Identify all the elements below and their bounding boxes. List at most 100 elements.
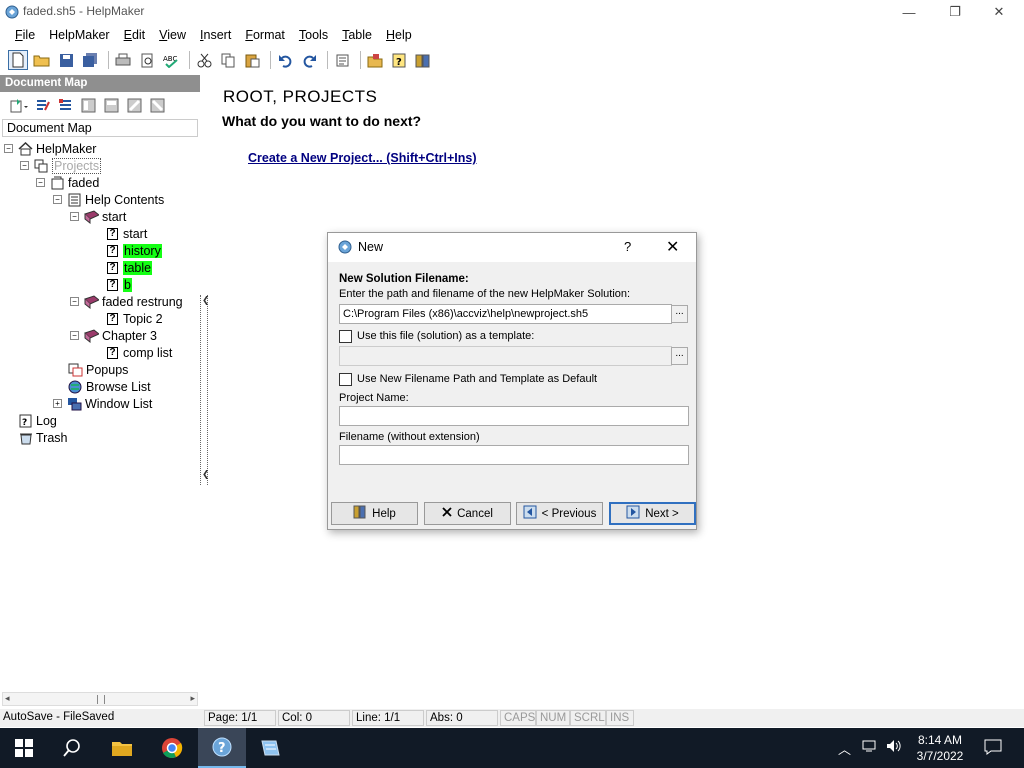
tree-node-browse-list[interactable]: Browse List bbox=[68, 378, 151, 395]
tree-node-log[interactable]: ? Log bbox=[18, 412, 57, 429]
redo-icon[interactable] bbox=[299, 50, 319, 70]
svg-text:?: ? bbox=[218, 741, 226, 756]
template-input[interactable] bbox=[339, 346, 672, 366]
menu-insert[interactable]: Insert bbox=[193, 28, 238, 42]
add-topic-dropdown-icon[interactable] bbox=[10, 96, 28, 114]
scroll-thumb[interactable] bbox=[97, 695, 105, 704]
collapse-left-icon[interactable]: ❮ bbox=[202, 295, 210, 306]
project-icon bbox=[50, 175, 65, 190]
minimize-button[interactable]: — bbox=[886, 0, 932, 24]
undo-icon[interactable] bbox=[275, 50, 295, 70]
spellcheck-icon[interactable]: ABC bbox=[161, 50, 181, 70]
tree-node-popups[interactable]: Popups bbox=[68, 361, 128, 378]
paste-icon[interactable] bbox=[242, 50, 262, 70]
filename-input[interactable] bbox=[339, 445, 689, 465]
menu-table[interactable]: Table bbox=[335, 28, 379, 42]
move-next-icon[interactable] bbox=[125, 96, 143, 114]
taskbar-clock[interactable]: 8:14 AM 3/7/2022 bbox=[912, 732, 968, 764]
collapse-left-icon[interactable]: ❮ bbox=[202, 469, 210, 480]
cut-icon[interactable] bbox=[194, 50, 214, 70]
menu-helpmaker[interactable]: HelpMaker bbox=[42, 28, 116, 42]
windows-start-icon[interactable] bbox=[0, 728, 48, 768]
menu-help[interactable]: Help bbox=[379, 28, 419, 42]
project-name-input[interactable] bbox=[339, 406, 689, 426]
move-last-icon[interactable] bbox=[148, 96, 166, 114]
print-preview-icon[interactable] bbox=[137, 50, 157, 70]
dialog-close-button[interactable]: ✕ bbox=[666, 237, 679, 257]
scroll-left-icon[interactable]: ◂ bbox=[5, 693, 10, 704]
print-icon[interactable] bbox=[113, 50, 133, 70]
tree-node-start-topic[interactable]: ? start bbox=[105, 225, 147, 242]
search-icon[interactable] bbox=[48, 728, 96, 768]
default-checkbox[interactable] bbox=[339, 373, 352, 386]
notepad-app-icon[interactable] bbox=[246, 728, 294, 768]
save-all-icon[interactable] bbox=[80, 50, 100, 70]
collapse-icon[interactable]: − bbox=[70, 297, 79, 306]
next-button[interactable]: Next > bbox=[609, 502, 696, 525]
notifications-icon[interactable] bbox=[984, 739, 1002, 758]
edit-properties-icon[interactable] bbox=[33, 96, 51, 114]
menu-file[interactable]: File bbox=[8, 28, 42, 42]
dialog-help-button[interactable]: ? bbox=[624, 239, 631, 254]
tree-node-chapter3[interactable]: − Chapter 3 bbox=[70, 327, 157, 344]
move-first-icon[interactable] bbox=[79, 96, 97, 114]
page-setup-icon[interactable] bbox=[332, 50, 352, 70]
volume-icon[interactable] bbox=[886, 739, 902, 756]
move-prev-icon[interactable] bbox=[102, 96, 120, 114]
file-explorer-icon[interactable] bbox=[98, 728, 146, 768]
browse-path-button[interactable]: ... bbox=[671, 305, 688, 323]
tree-node-comp-list[interactable]: ? comp list bbox=[105, 344, 172, 361]
new-file-icon[interactable] bbox=[8, 50, 28, 70]
collapse-icon[interactable]: − bbox=[36, 178, 45, 187]
tree-node-start-book[interactable]: − start bbox=[70, 208, 126, 225]
tree-node-faded-restrung[interactable]: − faded restrung bbox=[70, 293, 183, 310]
tree-node-b[interactable]: ? b bbox=[105, 276, 132, 293]
tree-node-helpmaker[interactable]: − HelpMaker bbox=[4, 140, 96, 157]
close-button[interactable]: ✕ bbox=[976, 0, 1022, 24]
window-list-icon bbox=[67, 396, 82, 411]
menu-edit[interactable]: Edit bbox=[117, 28, 153, 42]
helpmaker-taskbar-icon[interactable]: ? bbox=[198, 728, 246, 768]
collapse-icon[interactable]: − bbox=[70, 212, 79, 221]
tree-node-faded[interactable]: − faded bbox=[36, 174, 99, 191]
tree-node-topic2[interactable]: ? Topic 2 bbox=[105, 310, 163, 327]
tree-node-projects[interactable]: − Projects bbox=[20, 157, 102, 174]
collapse-icon[interactable]: − bbox=[20, 161, 29, 170]
line-status: Line: 1/1 bbox=[352, 710, 424, 726]
save-icon[interactable] bbox=[56, 50, 76, 70]
previous-button[interactable]: < Previous bbox=[516, 502, 603, 525]
tree-horizontal-scrollbar[interactable]: ◂ ▸ bbox=[2, 692, 198, 706]
collapse-icon[interactable]: − bbox=[53, 195, 62, 204]
chrome-icon[interactable] bbox=[148, 728, 196, 768]
toolbar-separator bbox=[327, 51, 328, 69]
network-icon[interactable] bbox=[862, 739, 878, 756]
menu-tools[interactable]: Tools bbox=[292, 28, 335, 42]
tree-node-history[interactable]: ? history bbox=[105, 242, 162, 259]
help-topic-icon[interactable]: ? bbox=[389, 50, 409, 70]
menu-view[interactable]: View bbox=[152, 28, 193, 42]
create-project-link[interactable]: Create a New Project... (Shift+Ctrl+Ins) bbox=[248, 151, 477, 165]
tree-node-window-list[interactable]: + Window List bbox=[53, 395, 152, 412]
help-button[interactable]: Help bbox=[331, 502, 418, 525]
tree-node-trash[interactable]: Trash bbox=[18, 429, 68, 446]
compile-icon[interactable] bbox=[413, 50, 433, 70]
tree-node-help-contents[interactable]: − Help Contents bbox=[53, 191, 164, 208]
collapse-icon[interactable]: − bbox=[4, 144, 13, 153]
project-folder-icon[interactable] bbox=[365, 50, 385, 70]
menu-format[interactable]: Format bbox=[238, 28, 292, 42]
show-hidden-icons-icon[interactable]: ︿ bbox=[838, 739, 851, 758]
tree-node-table[interactable]: ? table bbox=[105, 259, 153, 276]
panel-splitter[interactable]: ❮ ❮ bbox=[200, 295, 210, 485]
browse-template-button[interactable]: ... bbox=[671, 347, 688, 365]
restore-button[interactable]: ❐ bbox=[932, 0, 978, 24]
filename-label: Filename (without extension) bbox=[339, 431, 480, 443]
list-view-icon[interactable] bbox=[56, 96, 74, 114]
path-input[interactable]: C:\Program Files (x86)\accviz\help\newpr… bbox=[339, 304, 672, 324]
open-folder-icon[interactable] bbox=[32, 50, 52, 70]
cancel-button[interactable]: Cancel bbox=[424, 502, 511, 525]
scroll-right-icon[interactable]: ▸ bbox=[190, 693, 195, 704]
expand-icon[interactable]: + bbox=[53, 399, 62, 408]
collapse-icon[interactable]: − bbox=[70, 331, 79, 340]
copy-icon[interactable] bbox=[218, 50, 238, 70]
template-checkbox[interactable] bbox=[339, 330, 352, 343]
